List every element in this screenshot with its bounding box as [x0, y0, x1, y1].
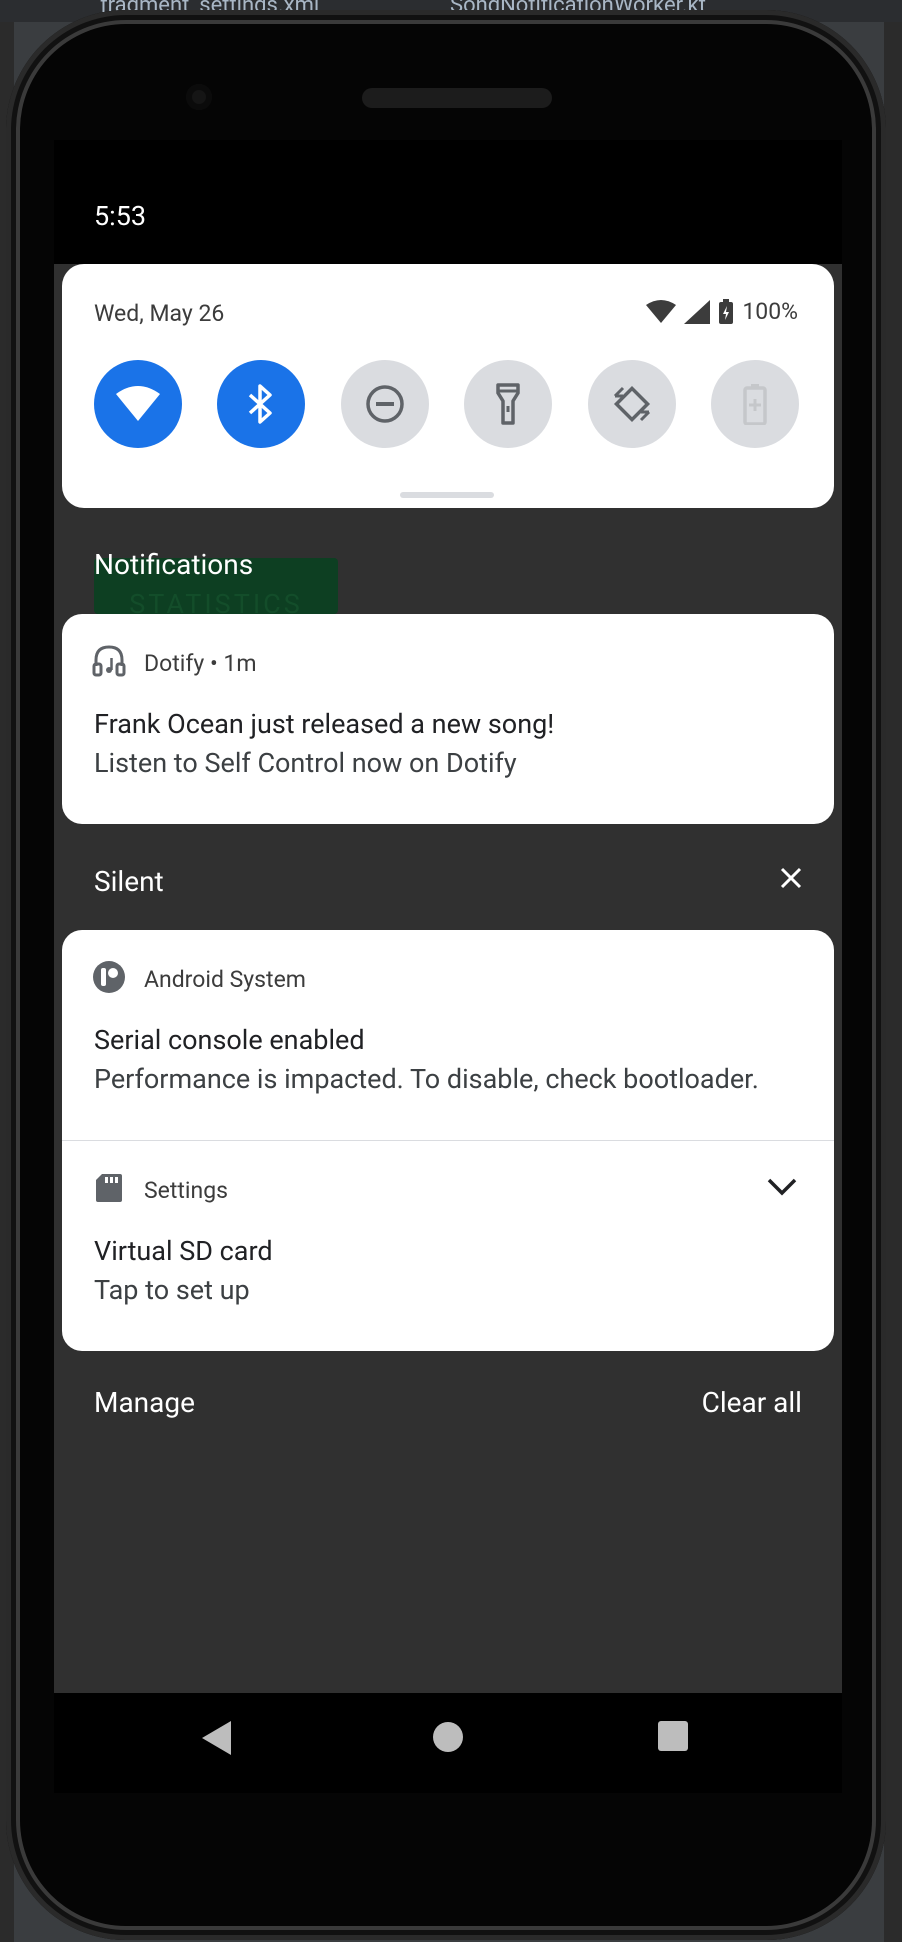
- sd-card-icon: [96, 1174, 122, 1202]
- expand-button[interactable]: [766, 1177, 798, 1201]
- phone-screen: 5:53 Wed, May 26 100% STATISTICS Notific…: [54, 140, 842, 1693]
- bluetooth-icon: [248, 384, 272, 424]
- chevron-down-icon: [767, 1178, 797, 1196]
- battery-percent: 100%: [742, 298, 798, 325]
- qs-tile-wifi[interactable]: [94, 360, 182, 448]
- qs-tile-do-not-disturb[interactable]: [341, 360, 429, 448]
- manage-button[interactable]: Manage: [94, 1386, 195, 1419]
- qs-drag-handle[interactable]: [400, 492, 494, 498]
- android-system-text: Performance is impacted. To disable, che…: [94, 1063, 759, 1095]
- dotify-app-row: Dotify • 1m: [144, 650, 257, 677]
- silent-close-button[interactable]: [780, 862, 802, 897]
- settings-app-name: Settings: [144, 1177, 228, 1204]
- close-icon: [780, 867, 802, 889]
- qs-tile-flashlight[interactable]: [464, 360, 552, 448]
- quick-settings-panel: Wed, May 26 100%: [62, 264, 834, 508]
- notification-android-system[interactable]: Android System Serial console enabled Pe…: [62, 930, 834, 1140]
- android-system-icon: [93, 961, 125, 993]
- qs-status-icons: 100%: [646, 298, 798, 325]
- notifications-header: Notifications: [94, 548, 254, 581]
- dotify-title: Frank Ocean just released a new song!: [94, 708, 555, 740]
- dotify-time: 1m: [223, 650, 257, 677]
- qs-tile-auto-rotate[interactable]: [588, 360, 676, 448]
- dotify-text: Listen to Self Control now on Dotify: [94, 747, 517, 779]
- settings-title: Virtual SD card: [94, 1235, 273, 1267]
- status-bar: 5:53: [54, 140, 842, 264]
- dotify-app-name: Dotify: [144, 650, 205, 677]
- home-icon[interactable]: [432, 1721, 464, 1753]
- qs-tile-bluetooth[interactable]: [217, 360, 305, 448]
- settings-text: Tap to set up: [94, 1274, 250, 1306]
- auto-rotate-icon: [613, 385, 651, 423]
- ide-right-strip: [884, 0, 902, 1942]
- navigation-bar: [54, 1693, 842, 1793]
- qs-tile-battery-saver[interactable]: [711, 360, 799, 448]
- wifi-signal-icon: [646, 299, 677, 323]
- headphones-icon: [92, 645, 126, 677]
- notification-dotify[interactable]: Dotify • 1m Frank Ocean just released a …: [62, 614, 834, 824]
- cell-signal-icon: [684, 299, 711, 324]
- battery-saver-icon: [743, 384, 767, 425]
- recents-icon[interactable]: [658, 1721, 688, 1751]
- android-system-title: Serial console enabled: [94, 1024, 365, 1056]
- front-camera: [186, 84, 212, 110]
- android-system-app-name: Android System: [144, 966, 306, 993]
- status-clock: 5:53: [94, 200, 147, 232]
- flashlight-icon: [496, 383, 520, 425]
- battery-charging-icon: [719, 298, 734, 324]
- separator-dot: •: [209, 650, 224, 677]
- back-icon[interactable]: [200, 1719, 234, 1757]
- do-not-disturb-icon: [366, 385, 404, 423]
- silent-notification-group: Android System Serial console enabled Pe…: [62, 930, 834, 1351]
- wifi-icon: [116, 386, 160, 421]
- clear-all-button[interactable]: Clear all: [702, 1386, 802, 1419]
- qs-date[interactable]: Wed, May 26: [94, 300, 224, 327]
- earpiece-speaker: [362, 88, 552, 108]
- notification-settings[interactable]: Settings Virtual SD card Tap to set up: [62, 1141, 834, 1351]
- silent-section-label: Silent: [94, 865, 164, 898]
